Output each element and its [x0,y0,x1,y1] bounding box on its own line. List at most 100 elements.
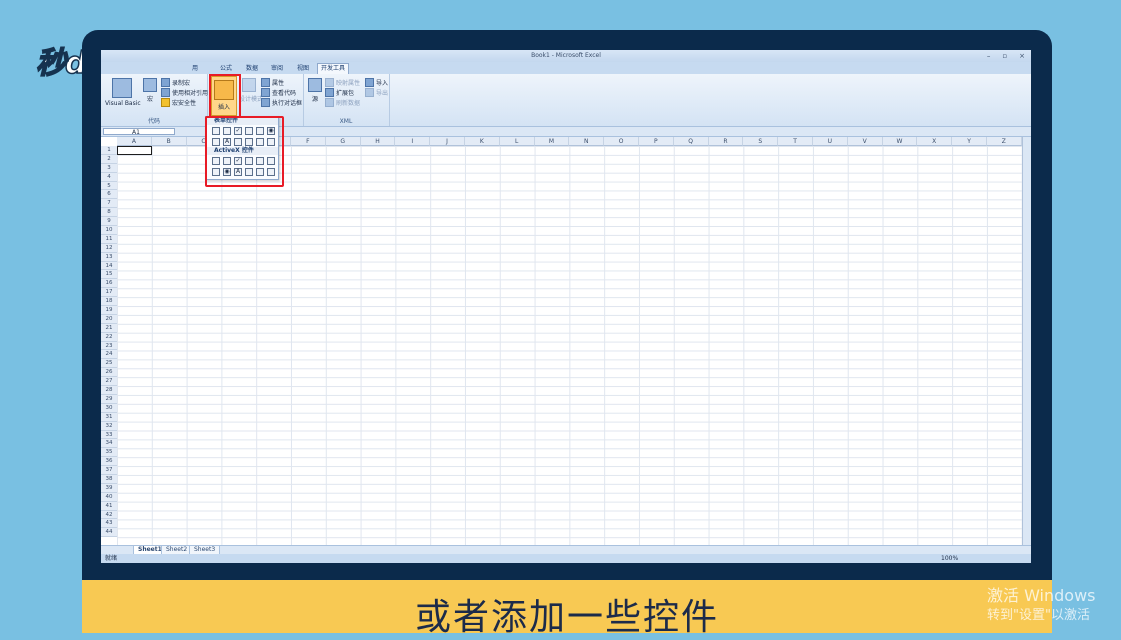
import-button[interactable]: 导入 [365,78,388,87]
column-header[interactable]: S [743,137,779,146]
row-header[interactable]: 10 [101,226,117,235]
row-header[interactable]: 41 [101,501,117,511]
row-header[interactable]: 32 [101,421,117,431]
view-code-button[interactable]: 查看代码 [261,88,296,97]
column-header[interactable]: I [395,137,431,146]
row-header[interactable]: 36 [101,457,117,467]
zoom-level[interactable]: 100% [941,554,958,563]
tab-review[interactable]: 审阅 [268,64,286,74]
row-header[interactable]: 31 [101,412,117,422]
row-header[interactable]: 33 [101,430,117,440]
row-header[interactable]: 37 [101,466,117,475]
column-header[interactable]: H [360,137,396,146]
row-header[interactable]: 27 [101,377,117,387]
close-button[interactable]: × [1019,50,1025,62]
properties-button[interactable]: 属性 [261,78,284,87]
title-bar: Book1 - Microsoft Excel – ▫ × [101,50,1031,62]
row-header[interactable]: 23 [101,341,117,351]
macros-button[interactable]: 宏 [141,78,159,103]
column-header[interactable]: O [604,137,639,146]
row-header[interactable]: 28 [101,386,117,395]
row-header[interactable]: 21 [101,323,117,333]
row-header[interactable]: 34 [101,439,117,449]
map-properties-button[interactable]: 映射属性 [325,78,360,87]
column-header[interactable]: K [464,137,500,146]
column-header[interactable]: N [569,137,605,146]
row-header[interactable]: 42 [101,510,117,520]
column-header[interactable]: A [117,137,152,146]
source-button[interactable]: 源 [307,78,323,103]
row-header[interactable]: 35 [101,448,117,458]
relative-reference-button[interactable]: 使用相对引用 [161,88,208,97]
row-header[interactable]: 17 [101,288,117,298]
column-header[interactable]: U [812,137,848,146]
design-mode-button[interactable]: 设计模式 [239,78,263,103]
row-header[interactable]: 15 [101,270,117,280]
minimize-button[interactable]: – [987,50,991,62]
row-header[interactable]: 11 [101,234,117,244]
record-macro-button[interactable]: 录制宏 [161,78,190,87]
row-header[interactable]: 4 [101,172,117,182]
row-header[interactable]: 30 [101,403,117,413]
map-properties-label: 映射属性 [336,80,361,87]
column-header[interactable]: P [638,137,674,146]
macro-security-button[interactable]: 宏安全性 [161,98,196,107]
row-header[interactable]: 5 [101,181,117,191]
tab-formulas[interactable]: 公式 [217,64,235,74]
name-box[interactable]: A1 [103,128,175,136]
tab-view[interactable]: 视图 [294,64,312,74]
row-header[interactable]: 19 [101,306,117,315]
column-header[interactable]: F [290,137,326,146]
run-dialog-button[interactable]: 执行对话框 [261,98,302,107]
warning-icon [161,98,170,107]
row-header[interactable]: 16 [101,279,117,289]
visual-basic-button[interactable]: Visual Basic [105,78,141,107]
row-header[interactable]: 26 [101,368,117,378]
row-header[interactable]: 8 [101,208,117,218]
vertical-scrollbar[interactable] [1022,137,1031,545]
column-header[interactable]: Z [986,137,1022,146]
tab-formulas-partial[interactable]: 用 [189,64,201,74]
row-header[interactable]: 14 [101,261,117,271]
row-header[interactable]: 25 [101,359,117,369]
tab-developer[interactable]: 开发工具 [317,63,350,74]
export-button[interactable]: 导出 [365,88,388,97]
active-cell[interactable] [117,146,152,155]
column-header[interactable]: V [847,137,883,146]
row-header[interactable]: 7 [101,199,117,209]
column-header[interactable]: W [882,137,918,146]
row-header[interactable]: 3 [101,163,117,173]
maximize-button[interactable]: ▫ [1002,50,1007,62]
row-header[interactable]: 13 [101,252,117,262]
column-header[interactable]: B [151,137,187,146]
row-header[interactable]: 9 [101,217,117,227]
worksheet-grid[interactable]: ABCDEFGHIJKLMNOPQRSTUVWXYZ 1234567891011… [101,137,1023,545]
column-header[interactable]: Q [673,137,709,146]
column-header[interactable]: J [430,137,465,146]
column-header[interactable]: G [325,137,361,146]
row-header[interactable]: 18 [101,297,117,307]
row-header[interactable]: 38 [101,474,117,484]
row-header[interactable]: 22 [101,332,117,342]
column-header[interactable]: L [499,137,535,146]
column-header[interactable]: X [917,137,953,146]
column-header[interactable]: T [778,137,813,146]
row-header[interactable]: 6 [101,190,117,200]
row-header[interactable]: 24 [101,350,117,360]
column-header[interactable]: R [708,137,744,146]
row-header[interactable]: 43 [101,519,117,529]
row-header[interactable]: 29 [101,394,117,404]
refresh-data-button[interactable]: 刷新数据 [325,98,360,107]
row-header[interactable]: 12 [101,243,117,253]
column-header[interactable]: M [534,137,570,146]
row-header[interactable]: 2 [101,154,117,164]
row-header[interactable]: 39 [101,483,117,493]
row-header[interactable]: 40 [101,492,117,502]
column-header[interactable]: Y [952,137,987,146]
row-header[interactable]: 1 [101,146,117,155]
expansion-packs-button[interactable]: 扩展包 [325,88,354,97]
cell-area[interactable] [117,146,1023,545]
row-header[interactable]: 44 [101,528,117,538]
row-header[interactable]: 20 [101,314,117,324]
tab-data[interactable]: 数据 [243,64,261,74]
